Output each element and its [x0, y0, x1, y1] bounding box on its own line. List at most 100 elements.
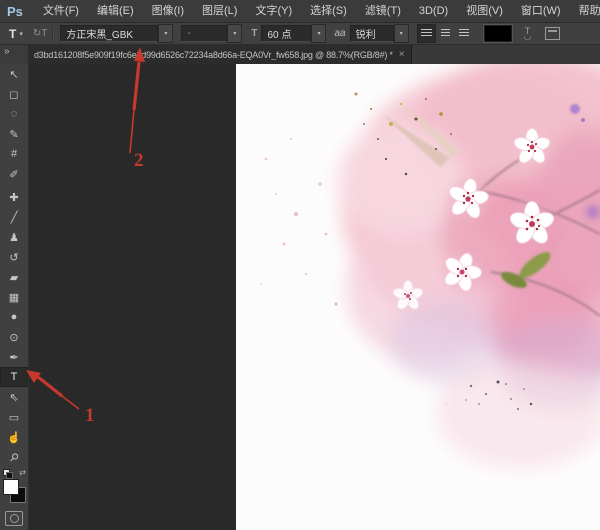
toggle-panels-icon[interactable] — [545, 27, 561, 40]
menu-item-image[interactable]: 图像(I) — [143, 0, 193, 22]
flower — [508, 200, 556, 248]
toolbar-collapse-button[interactable]: » — [0, 45, 28, 64]
font-style-value: - — [187, 28, 191, 39]
tool-type[interactable]: T — [0, 367, 28, 387]
lasso-tool-icon: ◌ — [10, 108, 18, 120]
chevron-down-icon: ▾ — [164, 31, 168, 37]
warp-text-icon[interactable]: T ◡ — [523, 26, 532, 41]
anti-alias-value: 锐利 — [355, 30, 376, 41]
anti-alias-field[interactable]: 锐利 — [349, 25, 394, 42]
tool-lasso[interactable]: ◌ — [0, 104, 28, 124]
menu-item-type[interactable]: 文字(Y) — [246, 0, 301, 22]
warp-text-curve: ◡ — [523, 30, 532, 41]
font-style-dropdown-button[interactable]: ▾ — [227, 24, 243, 43]
blur-tool-icon: ● — [10, 311, 18, 323]
crop-tool-icon: # — [10, 148, 18, 160]
menu-item-3d[interactable]: 3D(D) — [410, 0, 457, 22]
text-color-swatch[interactable] — [483, 25, 512, 42]
document-tab-bar: d3bd161208f5e909f19fc6e3d99d6526c72234a8… — [28, 45, 600, 64]
foreground-color-swatch[interactable] — [3, 479, 19, 495]
marquee-tool-icon: ◻ — [9, 88, 19, 101]
align-center-button[interactable] — [436, 24, 455, 43]
menu-item-file[interactable]: 文件(F) — [34, 0, 88, 22]
menu-item-edit[interactable]: 编辑(E) — [88, 0, 143, 22]
menu-item-filter[interactable]: 滤镜(T) — [356, 0, 410, 22]
tool-move[interactable]: ↖ — [0, 64, 28, 84]
tool-history-brush[interactable]: ↺ — [0, 247, 28, 267]
align-right-icon — [459, 29, 470, 38]
font-size-dropdown-button[interactable]: ▾ — [311, 24, 327, 43]
font-style-field[interactable]: - — [181, 25, 228, 42]
tool-eraser[interactable]: ▰ — [0, 267, 28, 287]
document-tab[interactable]: d3bd161208f5e909f19fc6e3d99d6526c72234a8… — [28, 45, 412, 64]
align-center-icon — [440, 29, 450, 38]
tool-brush[interactable]: ╱ — [0, 207, 28, 227]
tool-dodge[interactable]: ⊙ — [0, 327, 28, 347]
eraser-tool-icon: ▰ — [9, 271, 19, 284]
healing-brush-tool-icon: ✚ — [9, 191, 19, 204]
tool-gradient[interactable]: ▦ — [0, 287, 28, 307]
tool-blur[interactable]: ● — [0, 307, 28, 327]
font-family-field[interactable]: 方正宋黑_GBK — [60, 25, 159, 42]
zoom-tool-icon: ⚲ — [6, 450, 21, 465]
tool-quick-selection[interactable]: ✎ — [0, 124, 28, 144]
gradient-tool-icon: ▦ — [8, 291, 20, 304]
text-orientation-icon[interactable]: ↻T — [33, 28, 48, 39]
tool-preset-caret-icon[interactable]: ▾ — [19, 30, 23, 38]
clone-stamp-tool-icon: ♟ — [9, 231, 19, 244]
menu-item-select[interactable]: 选择(S) — [301, 0, 356, 22]
swap-colors-icon[interactable]: ⇄ — [19, 469, 26, 477]
tool-rectangular-marquee[interactable]: ◻ — [0, 84, 28, 104]
menu-item-layer[interactable]: 图层(L) — [193, 0, 246, 22]
tool-eyedropper[interactable]: ✐ — [0, 164, 28, 184]
hand-tool-icon: ☝ — [7, 431, 21, 444]
close-icon[interactable]: × — [399, 49, 405, 60]
rectangle-tool-icon: ▭ — [8, 411, 20, 424]
tool-options-bar: T ▾ ↻T 方正宋黑_GBK ▾ - ▾ T 60 点 ▾ aa 锐利 ▾ T… — [0, 23, 600, 45]
history-brush-tool-icon: ↺ — [9, 251, 19, 264]
anti-alias-icon: aa — [334, 28, 346, 39]
document-image[interactable] — [236, 64, 600, 530]
collapse-icon: » — [4, 46, 10, 57]
quick-selection-tool-icon: ✎ — [9, 128, 19, 141]
brush-tool-icon: ╱ — [10, 211, 18, 224]
tools-panel: ↖ ◻ ◌ ✎ # ✐ ✚ ╱ ♟ ↺ ▰ ▦ ● ⊙ ✒ T ⇖ ▭ ☝ ⚲ … — [0, 64, 29, 530]
chevron-down-icon: ▾ — [399, 31, 403, 37]
align-left-button[interactable] — [416, 24, 436, 43]
align-right-button[interactable] — [455, 24, 474, 43]
text-align-group — [416, 24, 474, 43]
menu-item-view[interactable]: 视图(V) — [457, 0, 512, 22]
default-colors-icon[interactable] — [3, 469, 13, 479]
anti-alias-dropdown-button[interactable]: ▾ — [393, 24, 409, 43]
type-tool-icon: T — [9, 26, 17, 41]
chevron-down-icon: ▾ — [317, 31, 321, 37]
type-tool-icon: T — [10, 371, 18, 383]
photoshop-logo: Ps — [7, 3, 23, 19]
font-family-dropdown-button[interactable]: ▾ — [158, 24, 174, 43]
align-left-icon — [420, 29, 432, 38]
tool-crop[interactable]: # — [0, 144, 28, 164]
font-size-value: 60 点 — [267, 30, 292, 41]
font-size-icon: T — [251, 28, 258, 39]
photoshop-window: Ps 文件(F) 编辑(E) 图像(I) 图层(L) 文字(Y) 选择(S) 滤… — [0, 0, 600, 530]
path-selection-tool-icon: ⇖ — [9, 391, 19, 404]
menu-bar: Ps 文件(F) 编辑(E) 图像(I) 图层(L) 文字(Y) 选择(S) 滤… — [0, 0, 600, 23]
eyedropper-tool-icon: ✐ — [9, 168, 19, 181]
quick-mask-icon — [9, 514, 19, 523]
move-tool-icon: ↖ — [9, 68, 19, 81]
separator — [52, 25, 54, 42]
menu-item-help[interactable]: 帮助(H) — [570, 0, 600, 22]
tool-clone-stamp[interactable]: ♟ — [0, 227, 28, 247]
menu-item-window[interactable]: 窗口(W) — [512, 0, 570, 22]
tool-path-selection[interactable]: ⇖ — [0, 387, 28, 407]
tool-rectangle[interactable]: ▭ — [0, 407, 28, 427]
pen-tool-icon: ✒ — [9, 351, 19, 364]
tool-hand[interactable]: ☝ — [0, 427, 28, 447]
font-family-value: 方正宋黑_GBK — [66, 30, 134, 41]
quick-mask-button[interactable] — [5, 511, 23, 526]
tool-spot-healing-brush[interactable]: ✚ — [0, 187, 28, 207]
tool-pen[interactable]: ✒ — [0, 347, 28, 367]
chevron-down-icon: ▾ — [233, 31, 237, 37]
font-size-field[interactable]: 60 点 — [261, 25, 312, 42]
tool-zoom[interactable]: ⚲ — [0, 447, 28, 467]
